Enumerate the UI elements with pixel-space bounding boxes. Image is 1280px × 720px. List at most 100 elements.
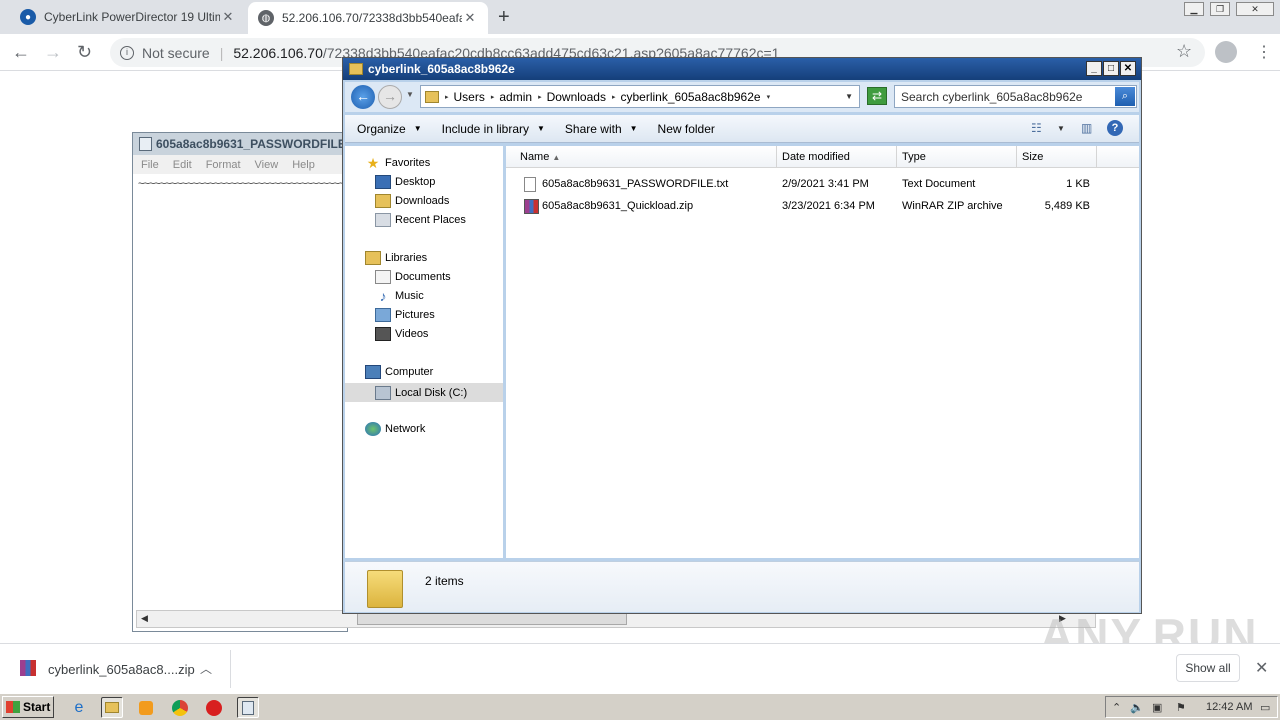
file-row[interactable]: 605a8ac8b9631_Quickload.zip 3/23/2021 6:… — [506, 196, 1139, 218]
help-icon[interactable]: ? — [1107, 120, 1123, 136]
reload-icon[interactable]: ↻ — [77, 42, 92, 63]
menu-edit[interactable]: Edit — [173, 159, 192, 171]
chevron-down-icon[interactable]: ▼ — [1057, 124, 1065, 133]
recent-pages-icon[interactable]: ▼ — [406, 90, 414, 99]
minimize-icon[interactable]: ▁ — [1184, 2, 1204, 16]
nav-libraries[interactable]: Libraries — [365, 251, 427, 265]
videos-icon — [375, 327, 391, 341]
scroll-left-icon[interactable]: ◀ — [141, 613, 148, 624]
new-tab-button[interactable]: + — [498, 6, 510, 29]
recent-places-icon — [375, 213, 391, 227]
show-desktop-icon[interactable]: ▭ — [1260, 701, 1270, 714]
menu-format[interactable]: Format — [206, 159, 241, 171]
breadcrumb-cyberlink-folder[interactable]: ▸ cyberlink_605a8ac8b962e ▾ — [612, 90, 775, 104]
nav-videos[interactable]: Videos — [375, 327, 428, 341]
notepad-text[interactable]: ~~~~~~~~~~~~~~~~~~~~~~~~~~~~~~~~~~~~~~~~… — [138, 178, 342, 190]
menu-help[interactable]: Help — [292, 159, 315, 171]
info-icon[interactable]: i — [120, 45, 134, 60]
breadcrumb-downloads[interactable]: ▸ Downloads — [538, 90, 606, 104]
menu-file[interactable]: File — [141, 159, 159, 171]
maximize-icon[interactable]: □ — [1103, 61, 1119, 76]
forward-arrow-icon[interactable]: → — [378, 85, 402, 109]
close-icon[interactable]: ✕ — [1255, 658, 1268, 678]
restore-icon[interactable]: ❐ — [1210, 2, 1230, 16]
flag-icon[interactable]: ⚑ — [1176, 701, 1186, 714]
close-icon[interactable]: ✕ — [1120, 61, 1136, 76]
column-divider[interactable] — [896, 146, 897, 168]
close-icon[interactable]: ✕ — [1236, 2, 1274, 16]
desktop-icon — [375, 175, 391, 189]
divider: | — [219, 44, 224, 61]
explorer-title-bar[interactable]: cyberlink_605a8ac8b962e — [343, 58, 1141, 80]
notepad-title-bar[interactable]: 605a8ac8b9631_PASSWORDFILE.txt — [133, 133, 347, 155]
organize-button[interactable]: Organize ▼ — [357, 122, 422, 136]
nav-music[interactable]: ♪ Music — [375, 289, 424, 303]
minimize-icon[interactable]: _ — [1086, 61, 1102, 76]
nav-pictures[interactable]: Pictures — [375, 308, 435, 322]
explorer-taskbar-icon[interactable] — [101, 697, 123, 718]
nav-favorites[interactable]: ★ Favorites — [365, 156, 431, 170]
notepad-icon — [139, 137, 152, 151]
address-breadcrumb[interactable]: ▸ Users ▸ admin ▸ Downloads ▸ cyberlink_605a… — [420, 85, 860, 108]
chevron-down-icon[interactable]: ▾ — [767, 93, 771, 101]
notepad-taskbar-icon[interactable] — [237, 697, 259, 718]
chevron-up-icon[interactable]: ⌃ — [1112, 701, 1121, 714]
back-arrow-icon[interactable]: ← — [12, 42, 30, 63]
chevron-up-icon[interactable]: ︿ — [200, 660, 212, 677]
network-icon[interactable]: ▣ — [1152, 701, 1162, 714]
column-type[interactable]: Type — [902, 151, 926, 163]
divider — [230, 650, 231, 688]
column-divider[interactable] — [1016, 146, 1017, 168]
column-size[interactable]: Size — [1022, 151, 1043, 163]
preview-pane-icon[interactable]: ▥ — [1081, 121, 1092, 135]
view-options-icon[interactable]: ☷ — [1031, 121, 1042, 135]
bookmark-star-icon[interactable]: ☆ — [1176, 41, 1192, 62]
share-with-button[interactable]: Share with ▼ — [565, 122, 638, 136]
url-host: 52.206.106.70 — [233, 44, 323, 61]
tab-active-page[interactable]: ◍ 52.206.106.70/72338d3bb540eafac ✕ — [248, 2, 488, 34]
new-folder-button[interactable]: New folder — [658, 122, 715, 136]
breadcrumb-users[interactable]: ▸ Users — [445, 90, 485, 104]
include-in-library-button[interactable]: Include in library ▼ — [442, 122, 545, 136]
file-size: 1 KB — [1066, 178, 1090, 190]
nav-local-disk[interactable]: Local Disk (C:) — [345, 383, 503, 402]
clock[interactable]: 12:42 AM — [1206, 701, 1252, 713]
download-item[interactable]: cyberlink_605a8ac8....zip — [48, 662, 195, 677]
file-list: Name ▲ Date modified Type Size 605a8ac8b… — [506, 146, 1139, 558]
column-name[interactable]: Name ▲ — [520, 151, 560, 163]
tab-close-icon[interactable]: ✕ — [462, 10, 478, 26]
nav-network[interactable]: Network — [365, 422, 425, 436]
nav-desktop[interactable]: Desktop — [375, 175, 435, 189]
breadcrumb-admin[interactable]: ▸ admin — [491, 90, 532, 104]
sort-up-icon: ▲ — [552, 153, 561, 162]
documents-icon — [375, 270, 391, 284]
column-date-modified[interactable]: Date modified — [782, 151, 850, 163]
tab-close-icon[interactable]: ✕ — [220, 9, 236, 25]
forward-arrow-icon[interactable]: → — [44, 42, 62, 63]
search-icon[interactable]: ⌕ — [1115, 87, 1135, 106]
media-player-icon[interactable] — [135, 697, 157, 718]
column-divider[interactable] — [1096, 146, 1097, 168]
nav-computer[interactable]: Computer — [365, 365, 433, 379]
back-arrow-icon[interactable]: ← — [351, 85, 375, 109]
stop-icon[interactable] — [203, 697, 225, 718]
taskbar: Start e ⌃ 🔈 ▣ ⚑ 12:42 AM ▭ — [0, 693, 1280, 720]
start-button[interactable]: Start — [2, 696, 54, 718]
kebab-menu-icon[interactable]: ⋮ — [1256, 42, 1272, 62]
show-all-button[interactable]: Show all — [1176, 654, 1240, 682]
column-divider[interactable] — [776, 146, 777, 168]
scrollbar-thumb[interactable] — [357, 613, 627, 625]
file-row[interactable]: 605a8ac8b9631_PASSWORDFILE.txt 2/9/2021 … — [506, 174, 1139, 196]
chevron-down-icon[interactable]: ▼ — [845, 92, 853, 101]
refresh-icon[interactable]: ⇄ — [867, 87, 887, 105]
nav-documents[interactable]: Documents — [375, 270, 451, 284]
chrome-icon[interactable] — [169, 697, 191, 718]
internet-explorer-icon[interactable]: e — [68, 697, 90, 718]
nav-recent-places[interactable]: Recent Places — [375, 213, 466, 227]
volume-icon[interactable]: 🔈 — [1130, 701, 1144, 714]
tab-cyberlink[interactable]: ● CyberLink PowerDirector 19 Ultimate ✕ — [10, 0, 246, 34]
profile-avatar[interactable] — [1215, 41, 1237, 63]
nav-downloads[interactable]: Downloads — [375, 194, 449, 208]
menu-view[interactable]: View — [255, 159, 279, 171]
search-input[interactable]: Search cyberlink_605a8ac8b962e ⌕ — [894, 85, 1137, 108]
